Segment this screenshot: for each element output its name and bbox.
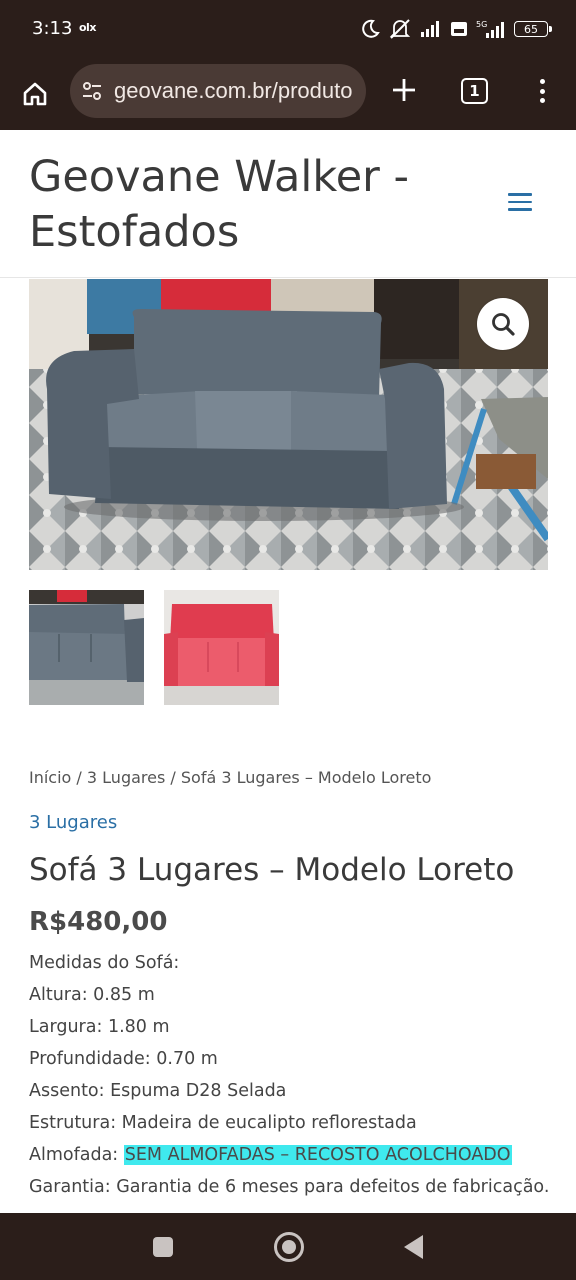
cushion-highlight: SEM ALMOFADAS – RECOSTO ACOLCHOADO: [123, 1145, 512, 1165]
description-line: Altura: 0.85 m: [29, 985, 155, 1005]
warranty-line: Garantia: Garantia de 6 meses para defei…: [29, 1177, 550, 1197]
gray-sofa-photo: [29, 279, 548, 570]
site-header: Geovane Walker - Estofados: [0, 130, 576, 278]
description-line: Profundidade: 0.70 m: [29, 1049, 218, 1069]
breadcrumb-current: Sofá 3 Lugares – Modelo Loreto: [180, 768, 432, 787]
magnifier-icon[interactable]: [477, 298, 529, 350]
browser-toolbar: geovane.com.br/produto 1: [0, 60, 576, 130]
product-price: R$480,00: [29, 907, 168, 937]
cushion-line: Almofada: SEM ALMOFADAS – RECOSTO ACOLCH…: [29, 1142, 559, 1174]
breadcrumb-separator: /: [71, 768, 87, 787]
status-icons: 5G 65: [360, 16, 552, 42]
description-line: Largura: 1.80 m: [29, 1017, 170, 1037]
breadcrumb-separator: /: [165, 768, 181, 787]
status-time: 3:13: [32, 18, 73, 39]
product-description: Medidas do Sofá: Altura: 0.85 m Largura:…: [29, 950, 559, 1206]
olx-notification-icon: olx: [79, 21, 96, 34]
address-bar[interactable]: geovane.com.br/produto: [70, 64, 366, 118]
hamburger-menu-icon[interactable]: [508, 193, 532, 211]
cushion-label: Almofada:: [29, 1145, 124, 1165]
svg-text:5G: 5G: [476, 20, 487, 29]
back-icon[interactable]: [404, 1235, 423, 1259]
battery-icon: 65: [514, 21, 552, 37]
product-category-link[interactable]: 3 Lugares: [29, 812, 117, 833]
description-line: Medidas do Sofá:: [29, 953, 180, 973]
tab-switcher-icon[interactable]: 1: [461, 78, 488, 104]
system-navigation-bar: [0, 1213, 576, 1280]
mute-icon: [389, 19, 411, 39]
description-line: Estrutura: Madeira de eucalipto reflores…: [29, 1113, 417, 1133]
new-tab-icon[interactable]: [388, 74, 420, 106]
description-line: Assento: Espuma D28 Selada: [29, 1081, 287, 1101]
site-title[interactable]: Geovane Walker - Estofados: [29, 150, 449, 260]
url-text[interactable]: geovane.com.br/produto: [114, 78, 358, 104]
moon-icon: [362, 19, 380, 38]
red-sofa-thumbnail[interactable]: [164, 590, 279, 705]
home-circle-icon[interactable]: [274, 1232, 304, 1262]
overflow-menu-icon[interactable]: [530, 76, 554, 106]
breadcrumb-home-link[interactable]: Início: [29, 768, 71, 787]
signal-icon: [421, 21, 439, 37]
home-icon[interactable]: [18, 77, 52, 111]
site-settings-icon[interactable]: [80, 79, 104, 103]
product-title: Sofá 3 Lugares – Modelo Loreto: [29, 852, 515, 888]
volte-icon: [451, 22, 467, 36]
breadcrumb: Início / 3 Lugares / Sofá 3 Lugares – Mo…: [29, 768, 431, 787]
5g-signal-icon: 5G: [476, 20, 504, 38]
recent-apps-icon[interactable]: [153, 1237, 173, 1257]
breadcrumb-category-link[interactable]: 3 Lugares: [87, 768, 165, 787]
main-product-image[interactable]: [29, 279, 548, 570]
status-bar: 3:13 olx 5G 65: [0, 0, 576, 60]
gray-sofa-thumbnail[interactable]: [29, 590, 144, 705]
